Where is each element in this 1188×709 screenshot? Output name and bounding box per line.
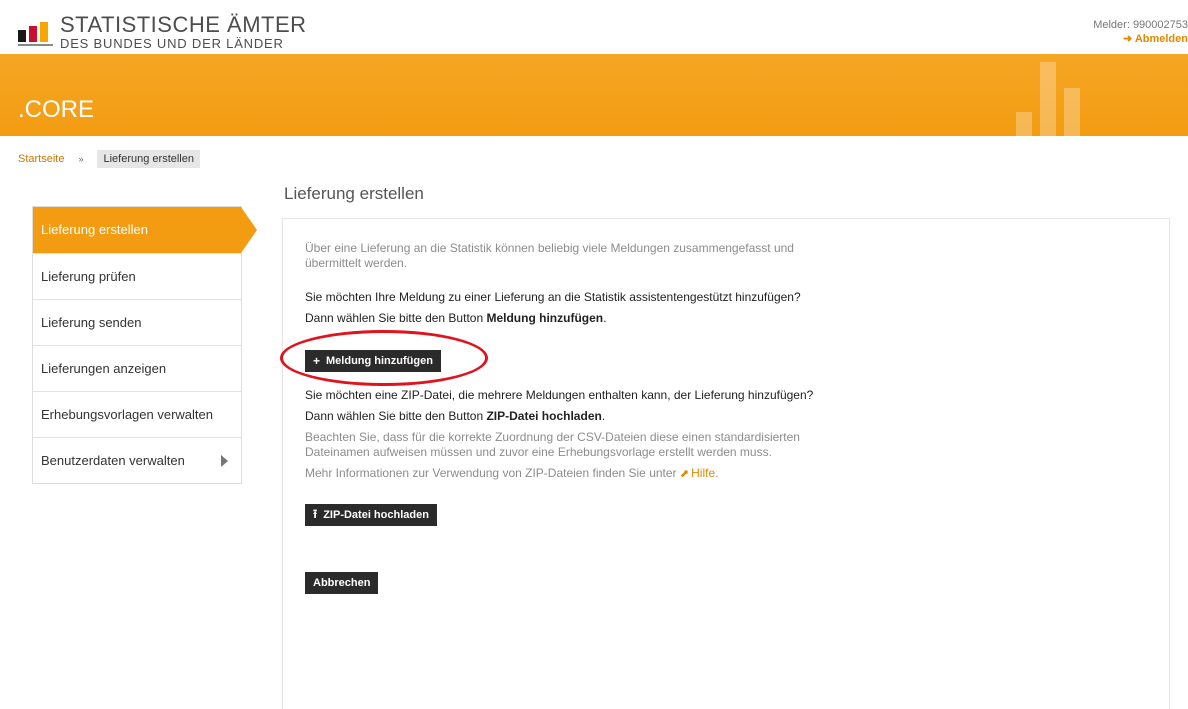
sidebar-item-label: Erhebungsvorlagen verwalten [41,407,213,422]
logo-subtitle: DES BUNDES UND DER LÄNDER [60,36,284,51]
add-meldung-button[interactable]: + Meldung hinzufügen [305,350,441,372]
content-panel: Über eine Lieferung an die Statistik kön… [280,218,1170,709]
help-link[interactable]: ⬈ Hilfe [680,466,715,480]
sidebar-item-label: Benutzerdaten verwalten [41,453,185,468]
app-banner: .CORE [0,54,1188,136]
melder-id: Melder: 990002753 [1093,19,1188,31]
breadcrumb: Startseite » Lieferung erstellen [18,150,200,168]
page-title: Lieferung erstellen [284,184,424,203]
external-link-icon: ⬈ [679,468,690,480]
sidebar-item-erhebungsvorlagen-verwalten[interactable]: Erhebungsvorlagen verwalten [33,391,241,437]
cancel-button[interactable]: Abbrechen [305,572,379,594]
logo[interactable]: STATISTISCHE ÄMTER DES BUNDES UND DER LÄ… [18,14,307,50]
sidebar-item-label: Lieferungen anzeigen [41,361,167,376]
sidebar-item-benutzerdaten-verwalten[interactable]: Benutzerdaten verwalten [33,437,241,483]
logo-title: STATISTISCHE ÄMTER [60,12,307,37]
logout-label: Abmelden [1134,33,1188,45]
top-header: STATISTISCHE ÄMTER DES BUNDES UND DER LÄ… [0,0,1188,54]
sidebar-item-label: Lieferung erstellen [41,222,148,237]
user-box: Melder: 990002753 ➜ Abmelden [1093,18,1188,46]
arrow-right-icon: ➜ [1122,33,1133,45]
logout-link[interactable]: ➜ Abmelden [1123,33,1188,45]
sidebar-item-label: Lieferung prüfen [41,269,136,284]
question-zip-text: Sie möchten eine ZIP-Datei, die mehrere … [305,388,814,402]
question-add-text: Sie möchten Ihre Meldung zu einer Liefer… [305,290,801,304]
breadcrumb-separator-icon: » [78,154,84,164]
upload-zip-button[interactable]: ⭱ ZIP-Datei hochladen [305,504,437,526]
upload-zip-label: ZIP-Datei hochladen [323,509,429,521]
sidebar-item-lieferung-pruefen[interactable]: Lieferung prüfen [33,253,241,299]
plus-icon: + [313,354,321,368]
breadcrumb-current: Lieferung erstellen [97,150,200,168]
sidebar-item-lieferung-erstellen[interactable]: Lieferung erstellen [33,207,257,253]
more-info-text: Mehr Informationen zur Verwendung von ZI… [305,466,719,480]
upload-icon: ⭱ [313,506,318,521]
sidebar-item-lieferung-senden[interactable]: Lieferung senden [33,299,241,345]
add-meldung-label: Meldung hinzufügen [326,355,433,367]
app-title: .CORE [18,96,95,123]
intro-text: Über eine Lieferung an die Statistik kön… [305,241,794,270]
hint-add-text: Dann wählen Sie bitte den Button Meldung… [305,311,607,325]
sidebar-item-label: Lieferung senden [41,315,142,330]
cancel-label: Abbrechen [313,577,371,589]
csv-note-text: Beachten Sie, dass für die korrekte Zuor… [305,430,800,459]
hint-zip-text: Dann wählen Sie bitte den Button ZIP-Dat… [305,409,606,423]
sidebar-nav: Lieferung erstellen Lieferung prüfen Lie… [32,206,257,484]
bar-chart-decoration-icon [1014,54,1094,136]
logo-bars-icon [18,22,58,50]
sidebar-item-lieferungen-anzeigen[interactable]: Lieferungen anzeigen [33,345,241,391]
breadcrumb-home[interactable]: Startseite [18,153,64,165]
chevron-right-icon [221,455,228,467]
